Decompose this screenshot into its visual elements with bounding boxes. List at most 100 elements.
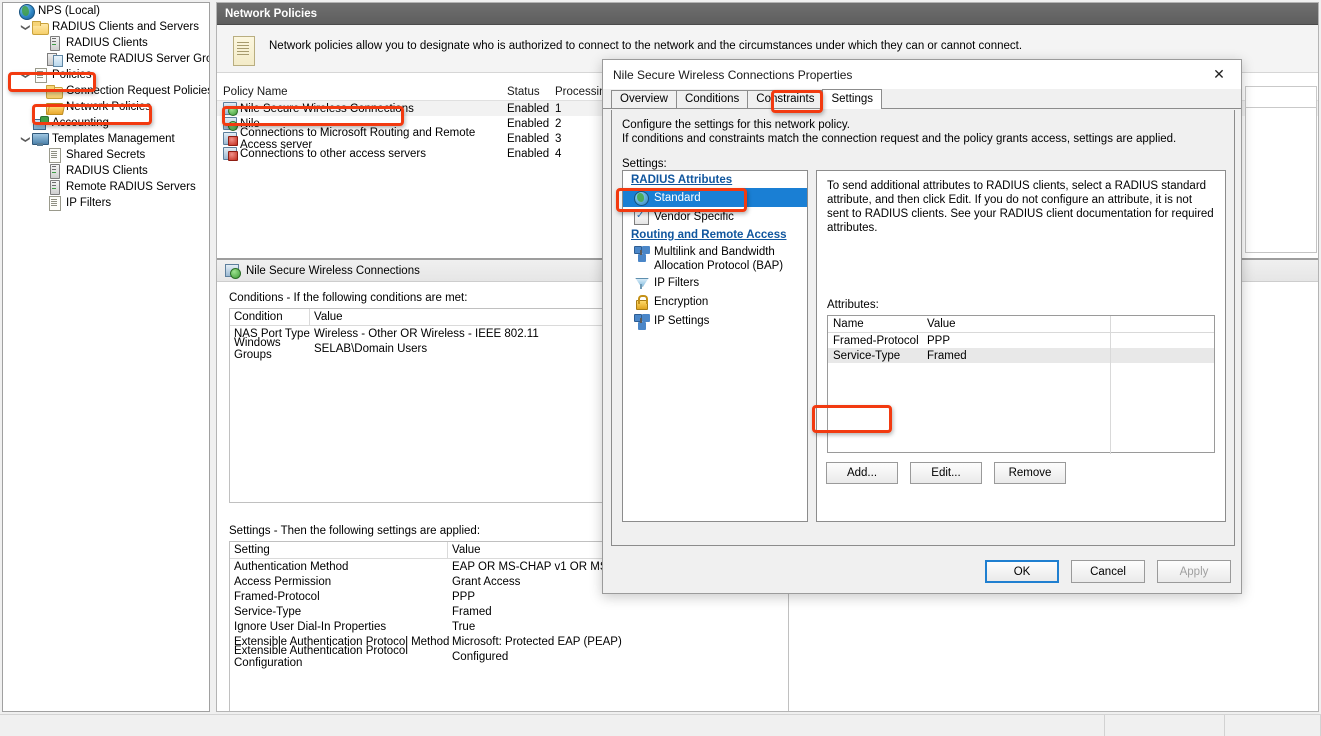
status-segment-2 xyxy=(1105,715,1225,736)
tab-constraints[interactable]: Constraints xyxy=(747,90,824,108)
setting-value: Microsoft: Protected EAP (PEAP) xyxy=(452,635,622,648)
settings-item-multilink-and-bandwidth-allocation-protocol-bap[interactable]: Multilink and Bandwidth Allocation Proto… xyxy=(623,243,807,273)
background-right-panel-top xyxy=(1245,86,1317,108)
tree-item-label: Connection Request Policies xyxy=(66,85,210,97)
settings-item-standard[interactable]: Standard xyxy=(623,188,807,207)
tree-item-label: RADIUS Clients and Servers xyxy=(52,21,199,33)
tree-item-connection-request-policies[interactable]: ❯Connection Request Policies xyxy=(3,83,209,99)
tab-settings[interactable]: Settings xyxy=(822,89,883,109)
document-icon xyxy=(46,147,62,163)
header-policy-name[interactable]: Policy Name xyxy=(223,86,507,98)
status-segment-3 xyxy=(1225,715,1321,736)
chevron-down-icon[interactable]: ❯ xyxy=(19,21,32,34)
folder-open-icon xyxy=(46,99,63,115)
globe-icon xyxy=(633,190,649,206)
tree-item-radius-clients-and-servers[interactable]: ❯ RADIUS Clients and Servers xyxy=(3,19,209,35)
folder-icon xyxy=(32,19,49,35)
tree-item-shared-secrets[interactable]: ❯Shared Secrets xyxy=(3,147,209,163)
settings-item-label: Encryption xyxy=(654,295,709,308)
filter-icon xyxy=(633,275,649,291)
tree-item-ip-filters[interactable]: ❯IP Filters xyxy=(3,195,209,211)
attribute-row[interactable]: Framed-Protocol PPP xyxy=(828,333,1214,348)
settings-category-tree[interactable]: RADIUS Attributes Standard Vendor Specifi… xyxy=(622,170,808,522)
setting-name: Authentication Method xyxy=(234,560,349,573)
console-tree[interactable]: ❯NPS (Local)❯RADIUS Clients and Servers❯… xyxy=(3,3,209,211)
policy-name-cell: Nile Secure Wireless Connections xyxy=(223,102,507,116)
settings-item-encryption[interactable]: Encryption xyxy=(623,292,807,311)
settings-column-divider xyxy=(447,542,448,559)
accounting-icon xyxy=(32,115,49,131)
tree-item-network-policies[interactable]: ❯Network Policies xyxy=(3,99,209,115)
add-button[interactable]: Add... xyxy=(826,462,898,484)
dialog-footer-buttons: OK Cancel Apply xyxy=(985,560,1231,583)
conditions-header-condition: Condition xyxy=(234,311,283,323)
attributes-header-name[interactable]: Name xyxy=(833,318,927,330)
attribute-name: Service-Type xyxy=(833,349,901,362)
attribute-value: PPP xyxy=(927,334,951,347)
tree-item-label: NPS (Local) xyxy=(38,5,100,17)
tab-overview[interactable]: Overview xyxy=(611,90,677,108)
tree-item-accounting[interactable]: ❯Accounting xyxy=(3,115,209,131)
setting-name: Service-Type xyxy=(234,605,302,618)
tree-item-policies[interactable]: ❯ Policies xyxy=(3,67,209,83)
tree-item-remote-radius-servers[interactable]: ❯Remote RADIUS Servers xyxy=(3,179,209,195)
pane-description-text: Network policies allow you to designate … xyxy=(269,40,1023,52)
document-icon xyxy=(32,67,48,83)
header-status[interactable]: Status xyxy=(507,86,555,98)
monitor-icon xyxy=(32,131,49,147)
bap-icon xyxy=(633,245,649,261)
tree-item-label: Remote RADIUS Server Groups xyxy=(66,53,209,65)
policy-properties-dialog: Nile Secure Wireless Connections Propert… xyxy=(602,59,1242,594)
setting-name: Access Permission xyxy=(234,575,332,588)
tree-item-label: Shared Secrets xyxy=(66,149,146,161)
standard-attributes-description: To send additional attributes to RADIUS … xyxy=(827,180,1214,234)
attributes-label: Attributes: xyxy=(827,299,879,311)
cancel-button[interactable]: Cancel xyxy=(1071,560,1145,583)
tree-item-remote-radius-server-groups[interactable]: ❯Remote RADIUS Server Groups xyxy=(3,51,209,67)
setting-value: Framed xyxy=(452,605,492,618)
routing-items[interactable]: Multilink and Bandwidth Allocation Proto… xyxy=(623,243,807,330)
dialog-intro-line1: Configure the settings for this network … xyxy=(622,119,850,131)
dialog-settings-label: Settings: xyxy=(622,158,667,170)
settings-item-vendor-specific[interactable]: Vendor Specific xyxy=(623,207,807,226)
settings-item-ip-filters[interactable]: IP Filters xyxy=(623,273,807,292)
attributes-header-value[interactable]: Value xyxy=(927,318,1107,330)
attributes-rows[interactable]: Framed-Protocol PPP Service-Type Framed xyxy=(828,333,1214,363)
setting-name: Ignore User Dial-In Properties xyxy=(234,620,387,633)
radius-attribute-items[interactable]: Standard Vendor Specific xyxy=(623,188,807,226)
dialog-title: Nile Secure Wireless Connections Propert… xyxy=(613,67,853,82)
ok-button[interactable]: OK xyxy=(985,560,1059,583)
bap-icon xyxy=(633,313,649,329)
remove-button[interactable]: Remove xyxy=(994,462,1066,484)
close-icon[interactable]: ✕ xyxy=(1197,60,1241,89)
server-icon xyxy=(46,35,62,51)
attribute-row[interactable]: Service-Type Framed xyxy=(828,348,1214,363)
tree-item-label: RADIUS Clients xyxy=(66,37,148,49)
group-radius-attributes: RADIUS Attributes xyxy=(631,174,733,186)
tab-conditions[interactable]: Conditions xyxy=(675,90,749,108)
tree-item-nps-local-[interactable]: ❯NPS (Local) xyxy=(3,3,209,20)
settings-item-label: Standard xyxy=(654,191,701,204)
server-group-icon xyxy=(46,51,63,67)
policy-status-cell: Enabled xyxy=(507,132,550,145)
console-tree-pane[interactable]: ❯NPS (Local)❯RADIUS Clients and Servers❯… xyxy=(2,2,210,712)
tabs[interactable]: Overview Conditions Constraints Settings xyxy=(611,88,883,109)
settings-item-ip-settings[interactable]: IP Settings xyxy=(623,311,807,330)
conditions-column-divider xyxy=(309,309,310,326)
setting-name: Extensible Authentication Protocol Confi… xyxy=(234,644,408,669)
tree-item-templates-management[interactable]: ❯ Templates Management xyxy=(3,131,209,147)
pane-title: Network Policies xyxy=(217,3,1318,25)
edit-button[interactable]: Edit... xyxy=(910,462,982,484)
tree-item-label: Accounting xyxy=(52,117,109,129)
setting-value: True xyxy=(452,620,476,633)
globe-icon xyxy=(18,3,35,20)
attributes-table[interactable]: Name Value Framed-Protocol PPP Service-Typ… xyxy=(827,315,1215,454)
settings-item-label: Vendor Specific xyxy=(654,210,734,223)
tree-item-radius-clients[interactable]: ❯RADIUS Clients xyxy=(3,35,209,51)
chevron-down-icon[interactable]: ❯ xyxy=(19,133,32,146)
tree-item-radius-clients[interactable]: ❯RADIUS Clients xyxy=(3,163,209,179)
dialog-tabstrip[interactable]: Overview Conditions Constraints Settings xyxy=(603,89,1241,109)
chevron-down-icon[interactable]: ❯ xyxy=(19,69,32,82)
policy-name-cell: Connections to other access servers xyxy=(223,147,507,161)
setting-row: Ignore User Dial-In Properties True xyxy=(230,619,788,634)
